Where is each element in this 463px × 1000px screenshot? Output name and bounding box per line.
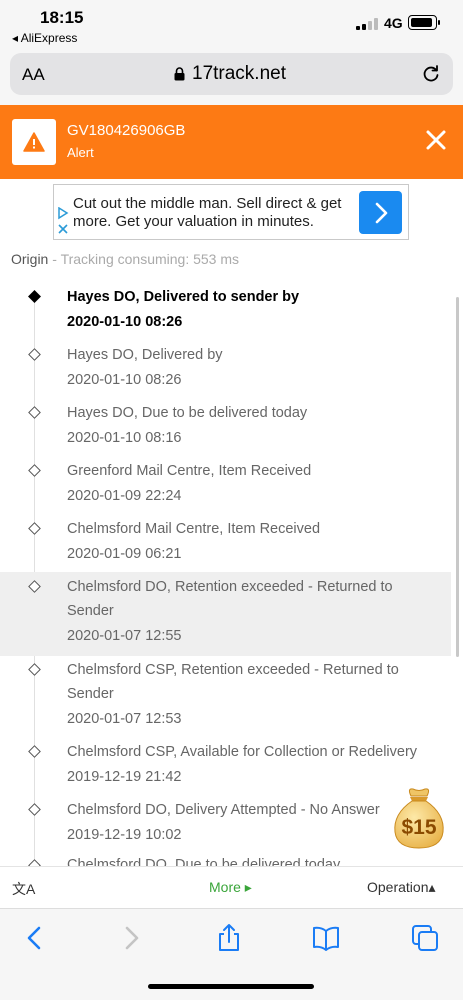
origin-info: Origin - Tracking consuming: 553 ms <box>11 251 239 267</box>
timeline-event[interactable]: Greenford Mail Centre, Item Received 202… <box>0 459 451 513</box>
timeline-node-icon <box>28 522 41 535</box>
event-time: 2020-01-09 06:21 <box>67 546 182 562</box>
event-time: 2020-01-07 12:55 <box>67 628 182 644</box>
status-bar: 18:15 ◂ AliExpress 4G <box>0 0 463 50</box>
network-type: 4G <box>384 15 403 31</box>
event-time: 2020-01-10 08:16 <box>67 430 182 446</box>
timeline-event[interactable]: Hayes DO, Delivered to sender by 2020-01… <box>0 285 451 339</box>
event-time: 2020-01-09 22:24 <box>67 488 182 504</box>
timeline-event[interactable]: Chelmsford CSP, Retention exceeded - Ret… <box>0 658 451 742</box>
scrollbar[interactable] <box>456 297 459 657</box>
battery-icon <box>408 15 440 30</box>
origin-separator: - <box>48 251 61 267</box>
translate-button[interactable]: 文A <box>12 879 35 899</box>
page-toolbar: 文A More ▸ Operation▴ <box>0 866 463 908</box>
timeline-event[interactable]: Chelmsford DO, Delivery Attempted - No A… <box>0 798 451 852</box>
forward-icon[interactable] <box>116 923 146 953</box>
close-icon[interactable] <box>425 129 447 151</box>
lock-icon <box>174 67 185 81</box>
more-button[interactable]: More ▸ <box>209 879 252 896</box>
tracking-consuming: Tracking consuming: 553 ms <box>60 251 240 267</box>
timeline-event[interactable]: Hayes DO, Delivered by 2020-01-10 08:26 <box>0 343 451 397</box>
money-bag-reward-icon[interactable]: $15 <box>389 786 449 850</box>
browser-address-area: AA 17track.net <box>0 50 463 105</box>
signal-icon <box>356 18 378 30</box>
event-time: 2020-01-10 08:26 <box>67 372 182 388</box>
advertisement-banner[interactable]: Cut out the middle man. Sell direct & ge… <box>53 184 409 240</box>
timeline-node-icon <box>28 803 41 816</box>
event-description: Greenford Mail Centre, Item Received <box>67 463 312 479</box>
event-time: 2020-01-10 08:26 <box>67 314 183 330</box>
event-description: Hayes DO, Delivered to sender by <box>67 289 300 305</box>
timeline-node-icon <box>28 745 41 758</box>
clock: 18:15 <box>40 8 84 27</box>
back-to-app-link[interactable]: ◂ AliExpress <box>12 31 77 45</box>
timeline-event[interactable]: Chelmsford DO, Retention exceeded - Retu… <box>0 572 451 656</box>
warning-icon <box>23 132 45 152</box>
event-description: Chelmsford DO, Due to be delivered today <box>67 857 341 866</box>
event-description: Hayes DO, Delivered by <box>67 347 223 363</box>
timeline-node-icon <box>28 464 41 477</box>
tracking-status: Alert <box>67 145 94 160</box>
tracking-number: GV180426906GB <box>67 122 186 139</box>
timeline-node-icon <box>28 580 41 593</box>
event-description: Chelmsford CSP, Retention exceeded - Ret… <box>67 662 399 702</box>
text-size-button[interactable]: AA <box>22 65 45 85</box>
warning-icon-box <box>12 119 56 165</box>
timeline-node-icon <box>28 406 41 419</box>
address-bar[interactable]: AA 17track.net <box>10 53 453 95</box>
tabs-icon[interactable] <box>410 923 440 953</box>
chevron-right-icon <box>375 202 387 223</box>
timeline-event[interactable]: Chelmsford Mail Centre, Item Received 20… <box>0 517 451 571</box>
event-description: Chelmsford CSP, Available for Collection… <box>67 744 418 760</box>
event-description: Chelmsford DO, Retention exceeded - Retu… <box>67 579 393 619</box>
event-time: 2019-12-19 21:42 <box>67 769 182 785</box>
timeline-event[interactable]: Chelmsford CSP, Available for Collection… <box>0 740 451 794</box>
reload-icon[interactable] <box>421 64 441 84</box>
ad-text: Cut out the middle man. Sell direct & ge… <box>73 195 342 230</box>
timeline-node-icon <box>28 348 41 361</box>
tracking-alert-banner: GV180426906GB Alert <box>0 105 463 179</box>
ad-choices-icon[interactable] <box>56 207 70 237</box>
timeline-node-icon <box>28 663 41 676</box>
ad-go-button[interactable] <box>359 191 402 234</box>
reward-amount: $15 <box>401 816 436 839</box>
event-description: Chelmsford DO, Delivery Attempted - No A… <box>67 802 380 818</box>
timeline-node-icon <box>28 290 41 303</box>
operation-button[interactable]: Operation▴ <box>367 879 436 896</box>
timeline-event[interactable]: Chelmsford DO, Due to be delivered today <box>0 856 451 866</box>
back-icon[interactable] <box>20 923 50 953</box>
event-time: 2019-12-19 10:02 <box>67 827 182 843</box>
share-icon[interactable] <box>214 923 244 953</box>
event-description: Chelmsford Mail Centre, Item Received <box>67 521 321 537</box>
event-time: 2020-01-07 12:53 <box>67 711 182 727</box>
timeline-node-icon <box>28 859 41 866</box>
event-description: Hayes DO, Due to be delivered today <box>67 405 308 421</box>
bookmarks-icon[interactable] <box>311 923 341 953</box>
home-indicator <box>148 984 314 989</box>
timeline-event[interactable]: Hayes DO, Due to be delivered today 2020… <box>0 401 451 455</box>
url-text: 17track.net <box>192 63 286 84</box>
origin-label: Origin <box>11 251 49 267</box>
